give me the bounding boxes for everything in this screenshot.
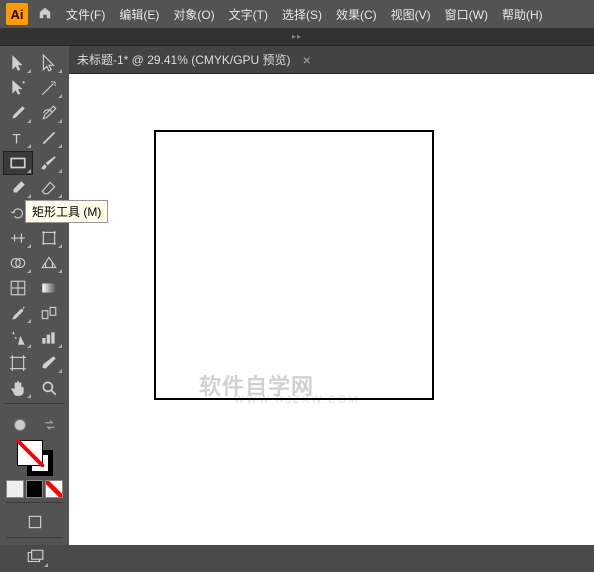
menu-help[interactable]: 帮助(H) [502, 6, 543, 23]
menu-window[interactable]: 窗口(W) [445, 6, 488, 23]
zoom-tool[interactable] [35, 377, 63, 399]
panel-collapse-grip[interactable]: ▸▸ [0, 28, 594, 46]
menu-type[interactable]: 文字(T) [229, 6, 268, 23]
document-tab-bar: 未标题-1* @ 29.41% (CMYK/GPU 预览) × [69, 46, 594, 74]
type-tool[interactable]: T [4, 127, 32, 149]
brush-tool[interactable] [35, 152, 63, 174]
screen-mode[interactable] [21, 546, 49, 568]
rectangle-tool[interactable] [4, 152, 32, 174]
fill-swatch[interactable] [17, 440, 43, 466]
document-tab-title[interactable]: 未标题-1* @ 29.41% (CMYK/GPU 预览) [77, 51, 291, 68]
group-selection-tool[interactable] [4, 77, 32, 99]
slice-tool[interactable] [35, 352, 63, 374]
selection-tool[interactable] [4, 52, 32, 74]
gradient-tool[interactable] [35, 277, 63, 299]
menu-effect[interactable]: 效果(C) [336, 6, 377, 23]
magic-wand-tool[interactable] [35, 77, 63, 99]
shape-builder-tool[interactable] [4, 252, 32, 274]
watermark-url: WWW.RJZXW.COM [234, 394, 360, 406]
color-swatch-area [4, 410, 65, 572]
direct-selection-tool[interactable] [35, 52, 63, 74]
app-logo: Ai [6, 3, 28, 25]
tool-tooltip: 矩形工具 (M) [25, 200, 108, 223]
draw-mode-normal[interactable] [21, 511, 49, 533]
menu-object[interactable]: 对象(O) [173, 6, 214, 23]
mesh-tool[interactable] [4, 277, 32, 299]
symbol-sprayer-tool[interactable] [4, 327, 32, 349]
artboard-tool[interactable] [4, 352, 32, 374]
line-tool[interactable] [35, 127, 63, 149]
shaper-tool[interactable] [4, 177, 32, 199]
eyedropper-tool[interactable] [4, 302, 32, 324]
color-mode-none[interactable] [45, 480, 63, 498]
toolbar: T [0, 46, 69, 545]
color-mode-solid[interactable] [6, 480, 24, 498]
canvas[interactable]: 软件自学网 WWW.RJZXW.COM [69, 74, 594, 545]
color-mode-gradient[interactable] [26, 480, 44, 498]
menu-file[interactable]: 文件(F) [66, 6, 105, 23]
menubar: Ai 文件(F) 编辑(E) 对象(O) 文字(T) 选择(S) 效果(C) 视… [0, 0, 594, 28]
graph-tool[interactable] [35, 327, 63, 349]
fill-toggle[interactable] [6, 414, 33, 436]
swap-fill-stroke[interactable] [36, 414, 63, 436]
eraser-tool[interactable] [35, 177, 63, 199]
free-transform-tool[interactable] [35, 227, 63, 249]
pen-tool[interactable] [4, 102, 32, 124]
hand-tool[interactable] [4, 377, 32, 399]
perspective-tool[interactable] [35, 252, 63, 274]
svg-text:T: T [12, 132, 20, 147]
menu-select[interactable]: 选择(S) [282, 6, 322, 23]
tab-close-icon[interactable]: × [303, 52, 311, 68]
drawn-rectangle[interactable] [154, 130, 434, 400]
menu-edit[interactable]: 编辑(E) [119, 6, 159, 23]
curvature-tool[interactable] [35, 102, 63, 124]
width-tool[interactable] [4, 227, 32, 249]
home-icon[interactable] [38, 6, 52, 23]
blend-tool[interactable] [35, 302, 63, 324]
menu-view[interactable]: 视图(V) [391, 6, 431, 23]
fill-stroke-swatch[interactable] [17, 440, 53, 476]
